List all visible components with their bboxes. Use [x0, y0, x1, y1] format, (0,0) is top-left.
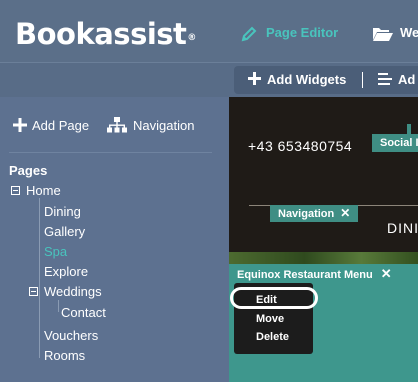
tree-connector — [39, 198, 40, 358]
navigation-widget-tag[interactable]: Navigation ✕ — [270, 205, 359, 222]
tree-item-home[interactable]: Home — [11, 182, 61, 200]
tree-item-label: Home — [26, 183, 61, 198]
tree-item-contact[interactable]: Contact — [61, 304, 106, 322]
pencil-icon — [241, 26, 257, 41]
second-toolbar-button[interactable]: Ad — [378, 66, 415, 94]
context-menu-delete[interactable]: Delete — [256, 331, 289, 343]
social-widget-tag[interactable]: Social I — [372, 134, 418, 152]
list-icon — [378, 73, 392, 85]
pages-panel — [0, 97, 229, 382]
add-page-button[interactable]: Add Page — [13, 116, 89, 136]
folder-open-icon — [373, 27, 393, 41]
nav-second[interactable]: We — [372, 22, 418, 44]
close-icon[interactable]: ✕ — [340, 206, 350, 220]
phone-number: +43 653480754 — [248, 138, 353, 154]
add-widgets-button[interactable]: Add Widgets — [248, 66, 346, 94]
logo-text: Bookassist — [15, 17, 187, 51]
second-toolbar-label: Ad — [398, 72, 416, 87]
panel-divider — [9, 152, 212, 153]
nav-second-label: We — [400, 25, 418, 40]
tree-item-rooms[interactable]: Rooms — [44, 347, 85, 365]
top-header: Bookassist® Page Editor We — [0, 0, 418, 62]
context-menu-move[interactable]: Move — [256, 313, 284, 325]
sitemap-icon — [107, 117, 127, 133]
close-icon[interactable]: ✕ — [381, 266, 392, 281]
widgets-toolbar: Add Widgets Ad — [234, 66, 418, 94]
plus-icon — [13, 118, 27, 132]
plus-icon — [248, 72, 261, 85]
social-tag-label: Social I — [380, 137, 418, 149]
nav-page-editor-label: Page Editor — [266, 25, 339, 40]
tree-item-gallery[interactable]: Gallery — [44, 223, 85, 241]
menu-widget-header: Equinox Restaurant Menu ✕ — [237, 266, 392, 282]
pages-heading: Pages — [9, 163, 48, 178]
collapse-icon[interactable] — [11, 186, 20, 196]
tree-connector-sub — [58, 300, 59, 312]
tree-item-label: Weddings — [44, 284, 102, 299]
social-tag-bar — [407, 124, 411, 134]
navigation-button[interactable]: Navigation — [107, 116, 194, 136]
edit-highlight-ring — [230, 287, 318, 309]
logo[interactable]: Bookassist® — [15, 14, 196, 54]
nav-page-editor[interactable]: Page Editor — [240, 22, 338, 44]
collapse-icon[interactable] — [29, 287, 38, 297]
tree-item-dining[interactable]: Dining — [44, 203, 81, 221]
navigation-label: Navigation — [133, 118, 195, 133]
toolbar-separator — [362, 72, 363, 88]
tree-item-weddings[interactable]: Weddings — [29, 283, 102, 301]
dining-menu-link[interactable]: DINI — [387, 220, 418, 236]
navigation-tag-label: Navigation — [278, 208, 335, 220]
menu-widget-title: Equinox Restaurant Menu — [237, 269, 373, 281]
add-page-label: Add Page — [32, 118, 90, 133]
registered-mark: ® — [187, 33, 196, 43]
tree-item-vouchers[interactable]: Vouchers — [44, 327, 98, 345]
tree-item-spa[interactable]: Spa — [44, 243, 67, 261]
add-widgets-label: Add Widgets — [267, 72, 347, 87]
tree-item-explore[interactable]: Explore — [44, 263, 88, 281]
